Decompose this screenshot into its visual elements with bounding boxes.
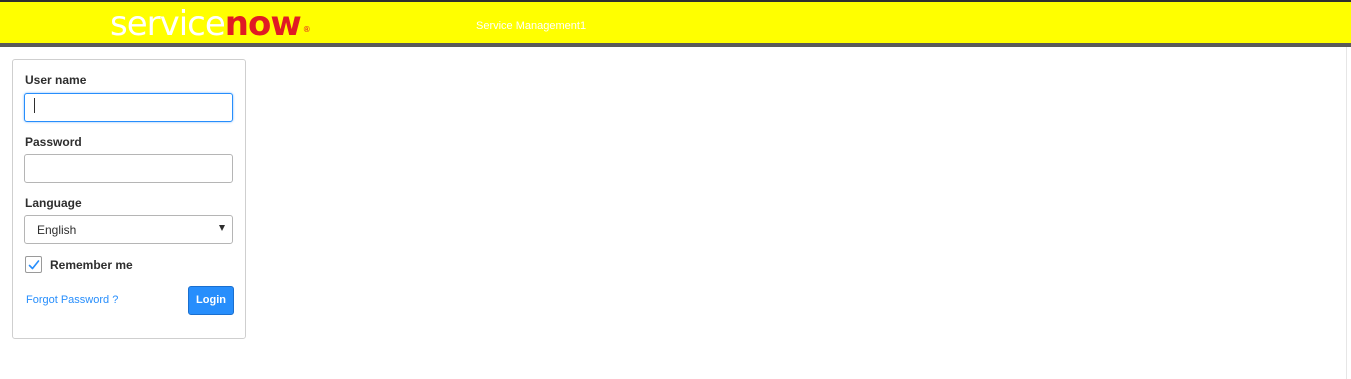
login-form: User name Password Language English Reme… xyxy=(12,59,246,339)
language-label: Language xyxy=(25,196,82,210)
servicenow-logo: service now ® xyxy=(110,5,311,43)
dropdown-arrow-icon xyxy=(219,225,225,231)
password-label: Password xyxy=(25,135,82,149)
text-cursor xyxy=(34,98,35,113)
header-bar: service now ® Service Management1 xyxy=(0,0,1351,43)
page-right-border xyxy=(1346,47,1347,379)
logo-text-now: now xyxy=(224,4,302,44)
forgot-password-link[interactable]: Forgot Password ? xyxy=(26,294,118,307)
username-label: User name xyxy=(25,73,87,87)
remember-me-checkbox[interactable] xyxy=(25,256,42,273)
login-button[interactable]: Login xyxy=(188,286,234,315)
instance-name: Service Management1 xyxy=(476,20,587,32)
language-select[interactable]: English xyxy=(24,215,233,244)
language-selected-value: English xyxy=(37,223,77,237)
checkmark-icon xyxy=(28,260,40,270)
remember-me-label: Remember me xyxy=(50,258,133,272)
header-divider xyxy=(0,43,1351,47)
password-input[interactable] xyxy=(24,154,233,183)
logo-text-service: service xyxy=(110,4,226,44)
username-input[interactable] xyxy=(24,93,233,122)
